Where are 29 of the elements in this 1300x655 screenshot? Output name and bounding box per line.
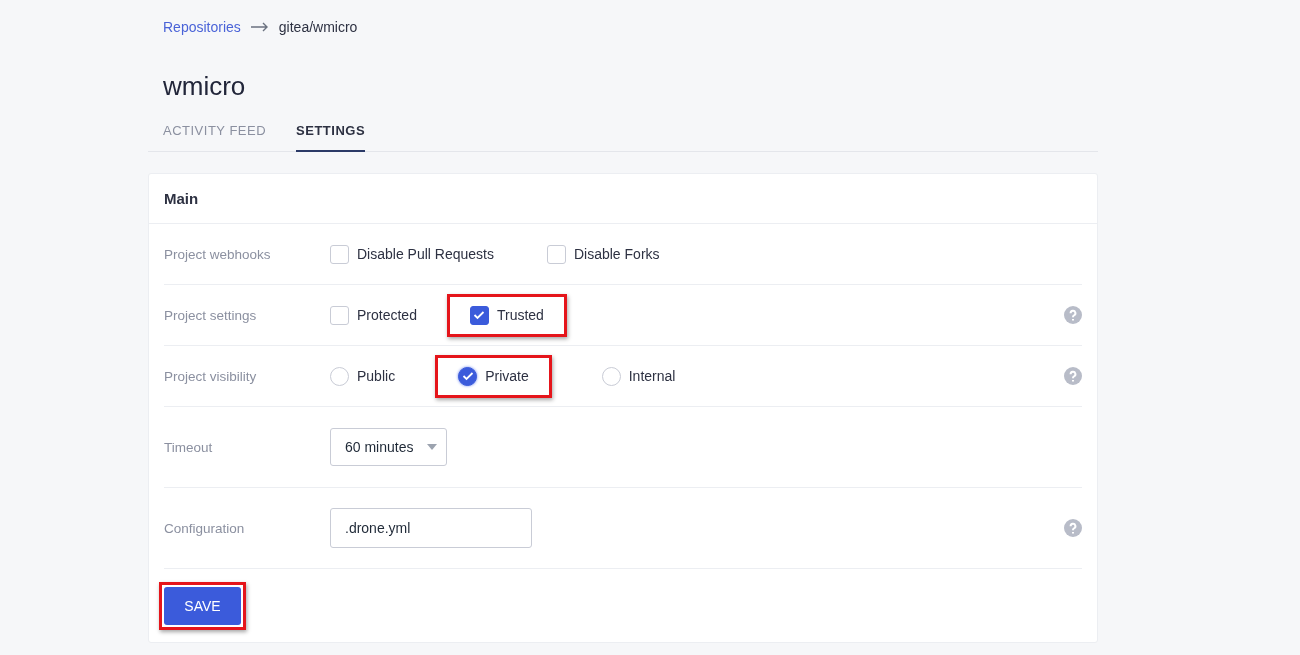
help-icon[interactable] (1064, 519, 1082, 537)
radio-label[interactable]: Private (485, 368, 529, 384)
caret-icon (427, 444, 438, 450)
radio-label[interactable]: Public (357, 368, 396, 384)
page-title: wmicro (162, 70, 247, 103)
field-label: Configuration (164, 520, 246, 536)
checkbox[interactable] (469, 305, 489, 325)
save-button[interactable]: SAVE (164, 587, 241, 625)
checkmark-icon (461, 371, 474, 381)
help-icon[interactable] (1064, 306, 1082, 324)
input-field[interactable]: .drone.yml (330, 508, 532, 548)
timeout-dropdown[interactable]: 60 minutes (330, 428, 448, 466)
checkbox-label[interactable]: Protected (357, 307, 417, 323)
help-icon[interactable] (1064, 367, 1082, 385)
radio-button[interactable] (458, 366, 478, 386)
section-title: Main (164, 190, 199, 207)
checkmark-icon (473, 310, 486, 320)
field-label: Project settings (164, 307, 258, 323)
field-label: Timeout (164, 439, 214, 455)
arrow-icon (250, 22, 269, 32)
checkbox-label[interactable]: Trusted (496, 307, 544, 323)
checkbox-label[interactable]: Disable Forks (573, 246, 660, 262)
field-label: Project visibility (164, 368, 258, 384)
radio-label[interactable]: Internal (628, 368, 676, 384)
checkbox-label[interactable]: Disable Pull Requests (357, 246, 494, 262)
breadcrumb-current: gitea/wmicro (278, 19, 358, 35)
field-label: Project webhooks (164, 246, 272, 262)
breadcrumb-link[interactable]: Repositories (163, 19, 241, 35)
tab[interactable]: SETTINGS (296, 119, 366, 152)
